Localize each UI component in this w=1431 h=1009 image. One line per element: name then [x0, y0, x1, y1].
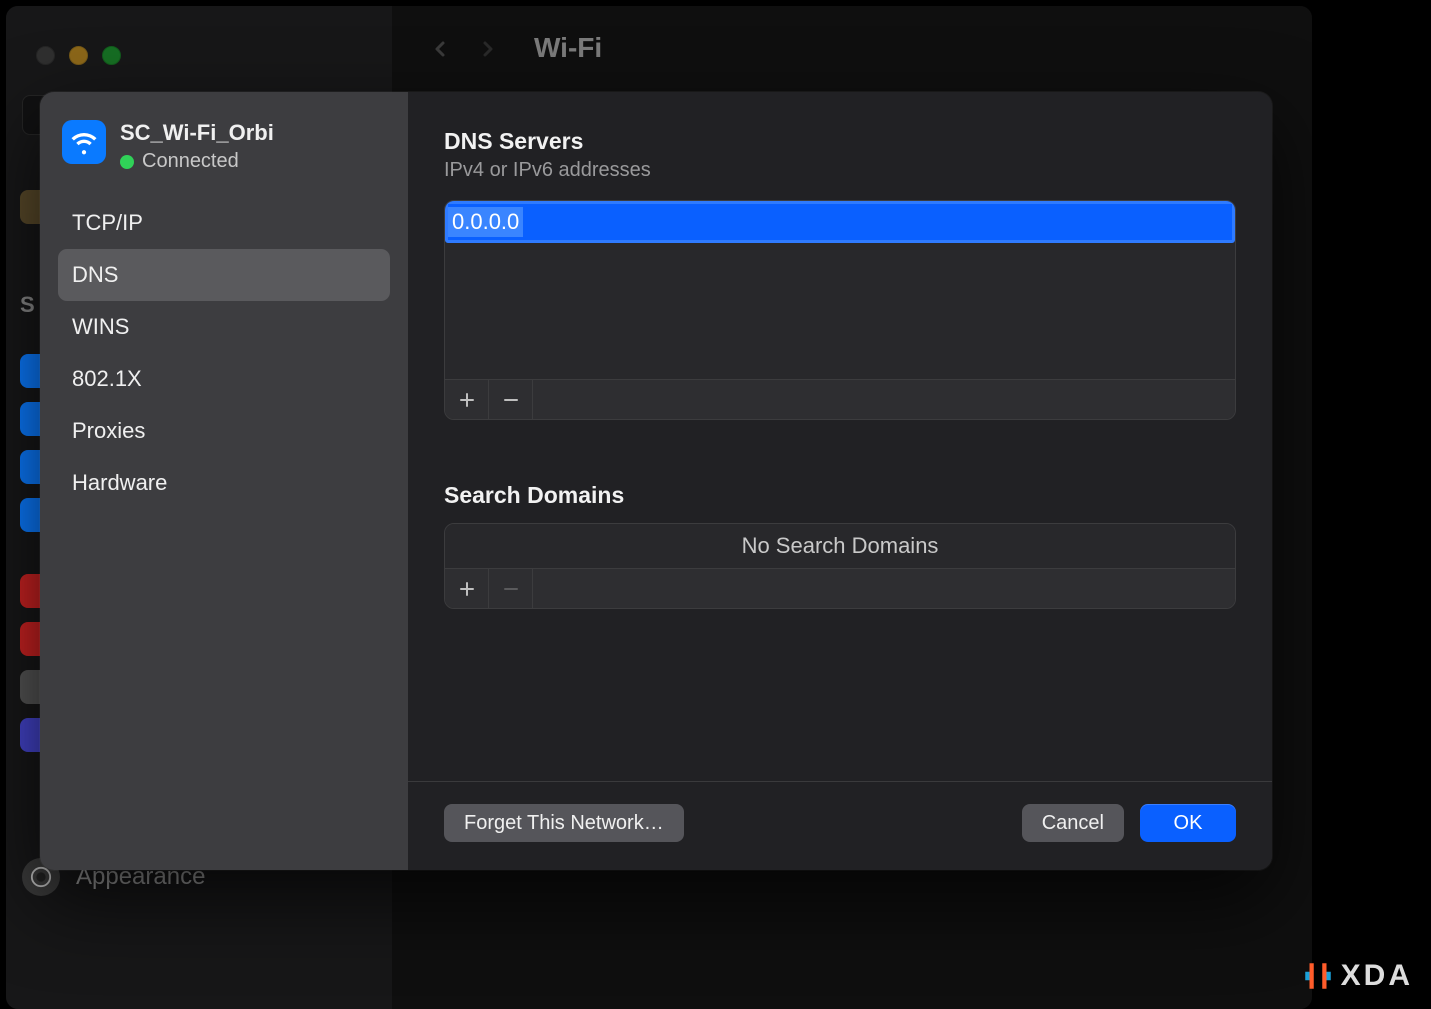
minimize-window-button[interactable]: [69, 46, 88, 65]
sheet-main-content: DNS Servers IPv4 or IPv6 addresses 0.0.0…: [408, 92, 1272, 870]
tab-proxies[interactable]: Proxies: [58, 405, 390, 457]
dns-servers-list[interactable]: 0.0.0.0: [445, 201, 1235, 379]
nav-forward-button: [476, 36, 500, 60]
nav-back-button[interactable]: [428, 36, 452, 60]
search-domains-list[interactable]: No Search Domains: [445, 524, 1235, 568]
network-settings-sheet: SC_Wi-Fi_Orbi Connected TCP/IP DNS WINS …: [40, 92, 1272, 870]
tab-dns[interactable]: DNS: [58, 249, 390, 301]
dns-remove-button[interactable]: [489, 380, 533, 419]
search-domain-add-button[interactable]: [445, 569, 489, 608]
dns-entry-value[interactable]: 0.0.0.0: [448, 207, 523, 237]
sheet-sidebar: SC_Wi-Fi_Orbi Connected TCP/IP DNS WINS …: [40, 92, 408, 870]
network-header: SC_Wi-Fi_Orbi Connected: [58, 120, 390, 191]
cancel-button[interactable]: Cancel: [1022, 804, 1124, 842]
wifi-icon: [62, 120, 106, 164]
watermark-text: XDA: [1341, 959, 1413, 993]
xda-watermark: XDA: [1301, 959, 1413, 993]
tab-tcpip[interactable]: TCP/IP: [58, 197, 390, 249]
dns-add-button[interactable]: [445, 380, 489, 419]
tab-list: TCP/IP DNS WINS 802.1X Proxies Hardware: [58, 197, 390, 509]
tab-hardware[interactable]: Hardware: [58, 457, 390, 509]
dns-servers-title: DNS Servers: [444, 128, 1236, 155]
sheet-footer: Forget This Network… Cancel OK: [408, 781, 1272, 870]
dns-list-footer: [445, 379, 1235, 419]
network-name: SC_Wi-Fi_Orbi: [120, 120, 274, 146]
page-title: Wi-Fi: [534, 32, 602, 64]
search-domain-remove-button: [489, 569, 533, 608]
window-traffic-lights: [6, 20, 392, 65]
ok-button[interactable]: OK: [1140, 804, 1236, 842]
status-label: Connected: [142, 150, 239, 173]
forget-network-button[interactable]: Forget This Network…: [444, 804, 684, 842]
tab-wins[interactable]: WINS: [58, 301, 390, 353]
search-domains-title: Search Domains: [444, 482, 1236, 509]
zoom-window-button[interactable]: [102, 46, 121, 65]
dns-entry-row[interactable]: 0.0.0.0: [445, 201, 1235, 243]
dns-servers-subtitle: IPv4 or IPv6 addresses: [444, 159, 1236, 182]
close-window-button[interactable]: [36, 46, 55, 65]
tab-8021x[interactable]: 802.1X: [58, 353, 390, 405]
dns-servers-listbox: 0.0.0.0: [444, 200, 1236, 420]
search-domains-footer: [445, 568, 1235, 608]
search-domains-listbox: No Search Domains: [444, 523, 1236, 609]
status-dot-icon: [120, 155, 134, 169]
network-status: Connected: [120, 150, 274, 173]
search-domains-empty-label: No Search Domains: [742, 533, 939, 559]
